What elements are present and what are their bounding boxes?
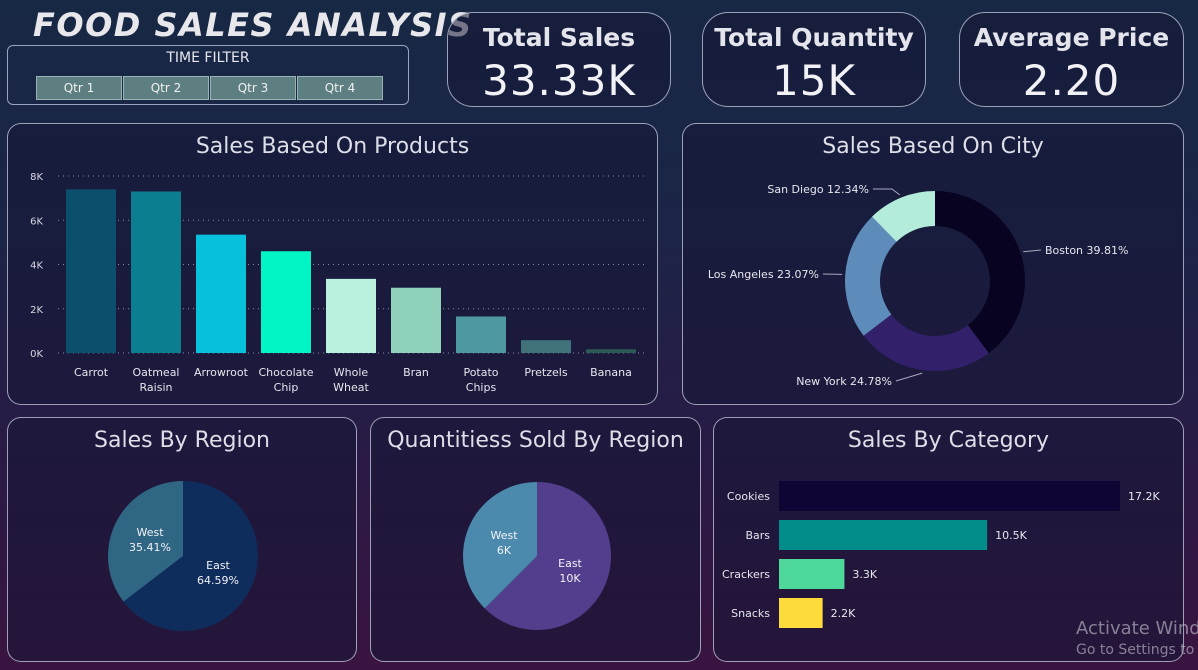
total-quantity-value: 15K bbox=[772, 56, 856, 105]
y-tick-label: 6K bbox=[30, 216, 43, 227]
x-tick-label: Oatmeal bbox=[133, 366, 180, 379]
total-quantity-label: Total Quantity bbox=[714, 23, 914, 52]
category-label: Bars bbox=[745, 529, 770, 542]
x-tick-label: Carrot bbox=[74, 366, 109, 379]
category-value: 3.3K bbox=[852, 568, 877, 581]
west-label: West bbox=[136, 526, 164, 539]
pie-slice bbox=[863, 314, 989, 371]
x-tick-label: Raisin bbox=[140, 381, 173, 394]
y-tick-label: 4K bbox=[30, 261, 43, 272]
region-sales-panel: Sales By Region East 64.59% West 35.41% bbox=[7, 417, 357, 662]
city-donut-chart: Boston 39.81% New York 24.78% Los Angeles … bbox=[708, 183, 1129, 388]
product-bar bbox=[521, 340, 571, 353]
region-sales-pie: East 64.59% West 35.41% bbox=[107, 481, 259, 631]
product-bar bbox=[456, 316, 506, 353]
pie-slice bbox=[935, 191, 1025, 354]
product-bar bbox=[261, 251, 311, 353]
time-filter: TIME FILTER Qtr 1 Qtr 2 Qtr 3 Qtr 4 bbox=[7, 45, 409, 105]
leader-line bbox=[1023, 249, 1042, 253]
east-label: East bbox=[206, 559, 230, 572]
product-bar bbox=[391, 287, 441, 353]
product-bar bbox=[66, 189, 116, 353]
products-chart-panel: Sales Based On Products 0K 2K 4K 6K 8K Carrot… bbox=[7, 123, 658, 405]
west-value: 6K bbox=[497, 544, 512, 557]
product-bar bbox=[326, 278, 376, 353]
category-value: 17.2K bbox=[1128, 490, 1160, 503]
main-title: FOOD SALES ANALYSIS bbox=[33, 6, 473, 44]
region-qty-pie: East 10K West 6K bbox=[463, 482, 611, 630]
city-data-label: New York 24.78% bbox=[796, 375, 892, 388]
quarter-buttons: Qtr 1 Qtr 2 Qtr 3 Qtr 4 bbox=[36, 76, 383, 100]
category-value: 2.2K bbox=[831, 607, 856, 620]
category-label: Snacks bbox=[731, 607, 770, 620]
total-sales-label: Total Sales bbox=[482, 23, 636, 52]
qtr3-button[interactable]: Qtr 3 bbox=[210, 76, 296, 100]
products-bar-chart: 0K 2K 4K 6K 8K Carrot Oatmeal Raisin Arrowroot Ch… bbox=[30, 172, 648, 394]
city-data-label: Boston 39.81% bbox=[1045, 244, 1128, 257]
total-sales-value: 33.33K bbox=[482, 56, 636, 105]
category-label: Cookies bbox=[727, 490, 770, 503]
y-tick-label: 8K bbox=[30, 172, 43, 183]
total-sales-card: Total Sales 33.33K bbox=[447, 12, 671, 107]
leader-line bbox=[873, 188, 901, 196]
average-price-label: Average Price bbox=[973, 23, 1170, 52]
east-label: East bbox=[558, 557, 582, 570]
total-quantity-card: Total Quantity 15K bbox=[702, 12, 926, 107]
x-tick-label: Pretzels bbox=[524, 366, 567, 379]
y-tick-label: 0K bbox=[30, 349, 43, 360]
east-value: 64.59% bbox=[197, 574, 239, 587]
city-data-label: Los Angeles 23.07% bbox=[708, 268, 819, 281]
y-tick-label: 2K bbox=[30, 305, 43, 316]
average-price-value: 2.20 bbox=[1022, 56, 1121, 105]
qtr4-button[interactable]: Qtr 4 bbox=[297, 76, 383, 100]
product-bar bbox=[586, 349, 636, 353]
time-filter-label: TIME FILTER bbox=[166, 50, 250, 66]
average-price-card: Average Price 2.20 bbox=[959, 12, 1184, 107]
x-tick-label: Chocolate bbox=[258, 366, 313, 379]
category-bar bbox=[779, 598, 823, 628]
x-tick-label: Bran bbox=[403, 366, 429, 379]
x-tick-label: Potato bbox=[463, 366, 498, 379]
city-data-label: San Diego 12.34% bbox=[767, 183, 869, 196]
x-tick-label: Wheat bbox=[333, 381, 369, 394]
city-chart-panel: Sales Based On City Boston 39.81% New Yor… bbox=[682, 123, 1184, 405]
product-bar bbox=[196, 234, 246, 353]
x-tick-label: Arrowroot bbox=[194, 366, 249, 379]
category-label: Crackers bbox=[722, 568, 770, 581]
category-bar bbox=[779, 481, 1120, 511]
east-value: 10K bbox=[559, 572, 581, 585]
qtr2-button[interactable]: Qtr 2 bbox=[123, 76, 209, 100]
product-bar bbox=[131, 191, 181, 353]
qtr1-button[interactable]: Qtr 1 bbox=[36, 76, 122, 100]
activation-watermark-line2: Go to Settings to a bbox=[1076, 642, 1198, 658]
west-label: West bbox=[490, 529, 518, 542]
category-value: 10.5K bbox=[995, 529, 1027, 542]
x-tick-label: Whole bbox=[334, 366, 369, 379]
region-qty-panel: Quantitiess Sold By Region East 10K West 6K bbox=[370, 417, 701, 662]
category-bar bbox=[779, 559, 845, 589]
leader-line bbox=[895, 372, 923, 382]
x-tick-label: Banana bbox=[590, 366, 632, 379]
x-tick-label: Chips bbox=[466, 381, 497, 394]
x-tick-label: Chip bbox=[274, 381, 299, 394]
west-value: 35.41% bbox=[129, 541, 171, 554]
category-bar bbox=[779, 520, 988, 550]
activation-watermark-line1: Activate Wind bbox=[1076, 618, 1198, 639]
